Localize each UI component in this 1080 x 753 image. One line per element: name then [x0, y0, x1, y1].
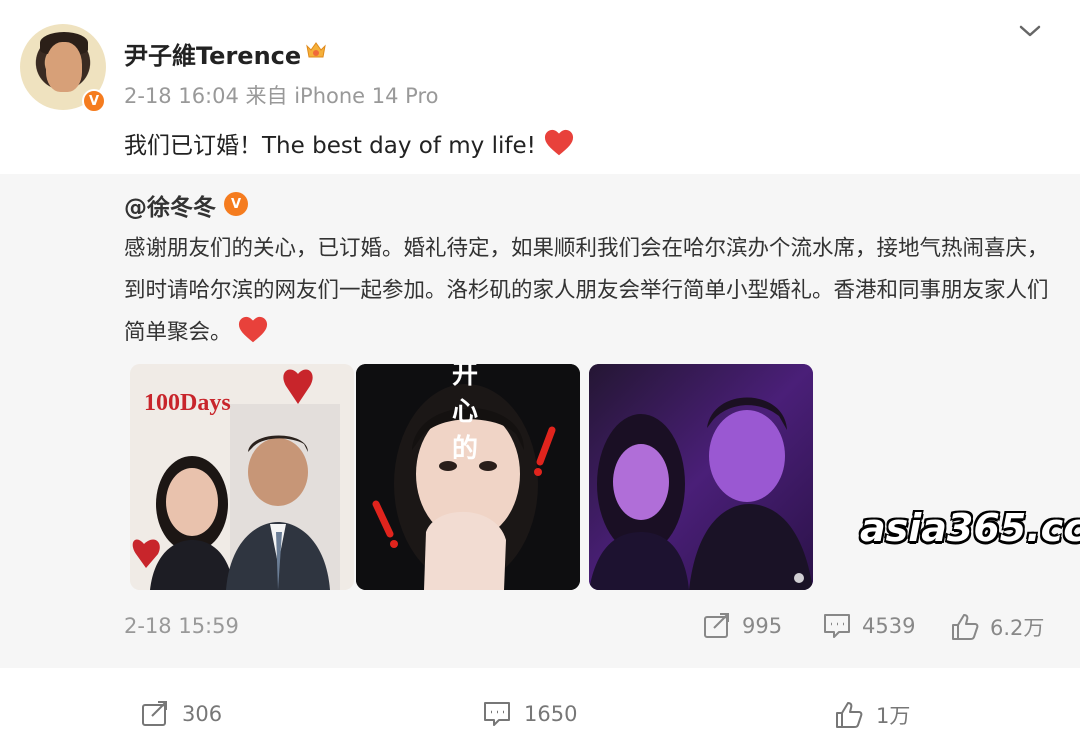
post-username[interactable]: 尹子維Terence: [124, 36, 301, 71]
comment-icon: [824, 614, 850, 638]
thumbs-up-icon: [952, 614, 979, 640]
comment-button[interactable]: 1650: [482, 700, 577, 728]
like-button[interactable]: 1万: [834, 700, 910, 730]
post-meta: 2-18 16:04 来自 iPhone 14 Pro: [124, 84, 439, 108]
share-icon: [142, 701, 167, 726]
original-like-count: 6.2万: [990, 616, 1045, 640]
watermark: asia365.cc: [860, 506, 1080, 550]
photo-thumbnail-3[interactable]: [589, 364, 813, 590]
original-comment-button[interactable]: 4539: [822, 612, 915, 640]
original-share-count: 995: [742, 614, 783, 638]
verified-icon: V: [82, 89, 106, 113]
photo-thumbnail-1[interactable]: 100Days: [130, 364, 354, 590]
original-date: 2-18 15:59: [124, 614, 239, 638]
weibo-post: V 尹子維Terence 2-18 16:04 来自 iPhone 14 Pro…: [0, 0, 1080, 753]
sticker-100days: 100Days: [144, 390, 231, 416]
avatar-face: [46, 42, 82, 92]
original-username[interactable]: @徐冬冬: [124, 188, 216, 222]
thumbs-up-icon: [836, 702, 863, 728]
post-text-content: 我们已订婚！The best day of my life!: [124, 133, 536, 159]
share-button[interactable]: 306: [140, 700, 222, 728]
original-text: 感谢朋友们的关心，已订婚。婚礼待定，如果顺利我们会在哈尔滨办个流水席，接地气热闹…: [124, 228, 1054, 354]
repost-card[interactable]: @徐冬冬 V 感谢朋友们的关心，已订婚。婚礼待定，如果顺利我们会在哈尔滨办个流水…: [0, 174, 1080, 668]
post-text: 我们已订婚！The best day of my life!: [124, 126, 574, 160]
photo-3-art: [589, 364, 813, 590]
share-icon: [704, 613, 729, 638]
photo-1-art: 100Days: [130, 364, 354, 590]
share-count: 306: [182, 702, 223, 726]
comment-icon: [484, 702, 510, 726]
photo-thumbnail-2[interactable]: 开 心 的: [356, 364, 580, 590]
chevron-down-icon[interactable]: [1018, 22, 1042, 40]
original-share-button[interactable]: 995: [702, 612, 782, 640]
crown-icon: [306, 42, 326, 58]
like-count: 1万: [876, 704, 911, 728]
original-like-button[interactable]: 6.2万: [950, 612, 1044, 642]
photo-2-caption: 开 心 的: [451, 364, 524, 464]
verified-icon: V: [224, 192, 248, 216]
comment-count: 1650: [524, 702, 578, 726]
heart-icon: [544, 129, 573, 156]
original-comment-count: 4539: [862, 614, 916, 638]
heart-icon: [238, 316, 267, 343]
